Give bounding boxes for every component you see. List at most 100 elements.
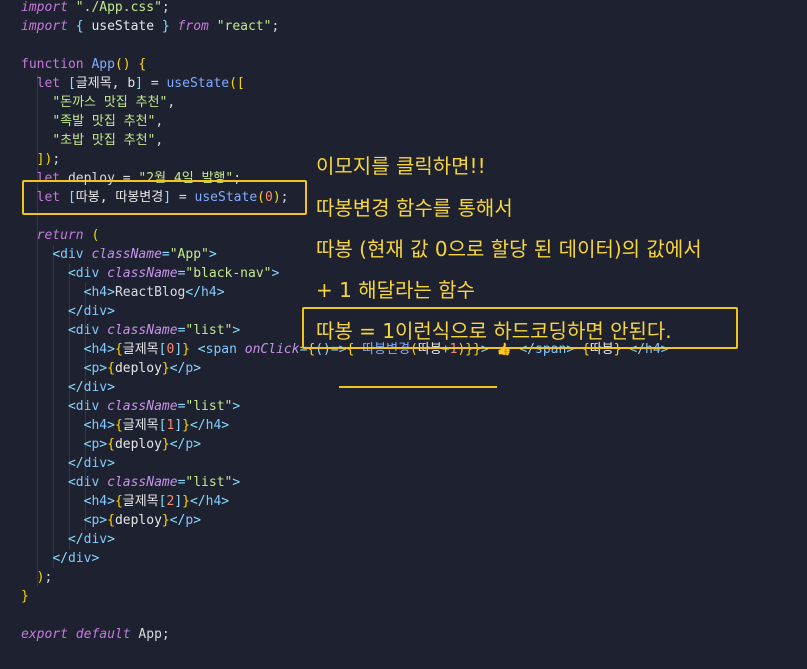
code-token: return [36, 228, 84, 243]
code-line: <div className="list"> [21, 321, 240, 340]
code-line: </div> [21, 454, 115, 473]
code-token: > [107, 494, 115, 509]
code-token: className [107, 399, 178, 414]
note-line-2: 따봉변경 함수를 통해서 [316, 196, 513, 220]
code-token: 글제목, b [75, 76, 136, 91]
code-line: <p>{deploy}</p> [21, 435, 201, 454]
code-token: App [91, 57, 115, 72]
code-token: "react" [216, 19, 272, 34]
code-token: () [114, 57, 131, 72]
code-token: > [193, 513, 202, 528]
code-token: > [271, 266, 280, 281]
code-token: < [67, 266, 76, 281]
code-token: 글제목 [122, 342, 159, 357]
code-token: ] [174, 494, 183, 509]
note-line-1: 이모지를 클릭하면!! [316, 154, 486, 178]
code-token: { [138, 57, 147, 72]
code-token: </ [169, 361, 186, 376]
code-token: div [67, 551, 92, 566]
code-token: > [107, 342, 115, 357]
code-line: import "./App.css"; [21, 0, 170, 17]
note-line-4: + 1 해달라는 함수 [316, 278, 475, 302]
code-token: > [221, 418, 230, 433]
code-token: { [75, 19, 84, 34]
code-token: [ [67, 76, 76, 91]
code-token: < [52, 247, 61, 262]
code-token: { [114, 418, 123, 433]
code-token: </ [185, 285, 202, 300]
code-token: </ [189, 418, 206, 433]
code-line: </div> [21, 530, 115, 549]
code-token: , [155, 114, 164, 129]
code-line: <div className="black-nav"> [21, 264, 279, 283]
code-token: { [107, 513, 115, 528]
code-token: "돈까스 맛집 추천" [52, 95, 168, 110]
code-token: ; [52, 152, 61, 167]
code-token: > [193, 361, 202, 376]
code-token: < [67, 399, 76, 414]
note-line-5: 따봉 = 1이런식으로 하드코딩하면 안된다. [316, 319, 672, 343]
code-token: "list" [185, 475, 233, 490]
code-token: </ [67, 304, 84, 319]
code-token: { [107, 361, 115, 376]
code-token: } [161, 19, 170, 34]
code-line: export default App; [21, 625, 170, 644]
code-line: let [글제목, b] = useState([ [21, 74, 245, 93]
code-line: ]); [21, 150, 60, 169]
code-token: "초밥 맛집 추천" [52, 133, 156, 148]
code-token: > [107, 285, 115, 300]
code-token: "list" [185, 323, 233, 338]
code-line: } [21, 587, 29, 606]
note-line-3: 따봉 (현재 값 0으로 할당 된 데이터)의 값에서 [316, 237, 702, 261]
code-token: > [107, 532, 115, 547]
code-token: className [107, 475, 178, 490]
code-token: 글제목 [122, 418, 159, 433]
code-token: "./App.css" [75, 0, 162, 15]
code-token: < [67, 323, 76, 338]
code-line: <h4>ReactBlog</h4> [21, 283, 225, 302]
code-token: default [75, 627, 131, 642]
code-line: import { useState } from "react"; [21, 17, 279, 36]
code-line: <h4>{글제목[1]}</h4> [21, 416, 229, 435]
code-token: { [107, 437, 115, 452]
code-token: deploy [114, 437, 162, 452]
code-line: </div> [21, 378, 115, 397]
code-token: > [232, 323, 241, 338]
code-token: div [83, 456, 108, 471]
code-token: </ [67, 380, 84, 395]
code-token: { [114, 494, 123, 509]
code-token: { [114, 342, 123, 357]
code-line: return ( [21, 226, 100, 245]
code-line: </div> [21, 302, 115, 321]
code-token: ; [271, 19, 280, 34]
code-token: from [169, 19, 209, 34]
code-token: } [182, 494, 190, 509]
code-token: > [107, 304, 115, 319]
code-token: import [21, 0, 68, 15]
code-token: h4 [205, 418, 222, 433]
code-token: < [197, 342, 206, 357]
code-token: ; [44, 570, 53, 585]
code-token: > [107, 456, 115, 471]
code-token: } [161, 513, 170, 528]
code-token: } [182, 418, 190, 433]
code-token: > [221, 494, 230, 509]
code-token: } [21, 589, 29, 604]
code-token: </ [52, 551, 68, 566]
code-token: 글제목 [122, 494, 159, 509]
